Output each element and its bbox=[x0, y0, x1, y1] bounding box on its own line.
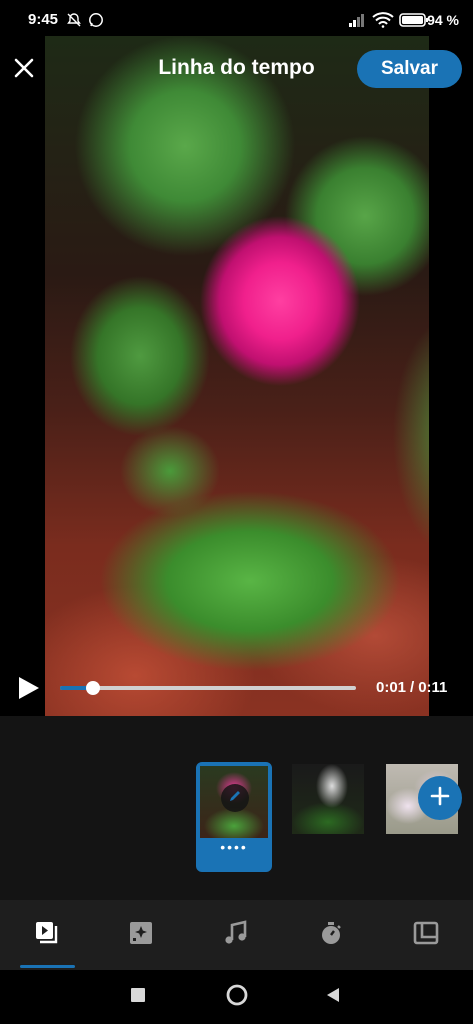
signal-icon bbox=[348, 12, 364, 28]
home-button[interactable] bbox=[224, 984, 250, 1010]
tab-clips[interactable] bbox=[0, 900, 94, 970]
square-icon bbox=[130, 987, 146, 1008]
battery-icon bbox=[399, 12, 429, 28]
recents-button[interactable] bbox=[125, 984, 151, 1010]
tab-layout[interactable] bbox=[379, 900, 473, 970]
more-indicator: •••• bbox=[220, 839, 248, 855]
timeline-clip[interactable] bbox=[292, 764, 364, 834]
time-separator: / bbox=[410, 679, 415, 696]
effects-icon bbox=[128, 920, 154, 951]
play-button[interactable] bbox=[14, 674, 42, 702]
layout-icon bbox=[413, 920, 439, 951]
time-readout: 0:01/0:11 bbox=[376, 679, 447, 696]
circle-icon bbox=[225, 983, 249, 1012]
add-clip-button[interactable] bbox=[418, 776, 462, 820]
progress-thumb[interactable] bbox=[85, 681, 100, 695]
save-button[interactable]: Salvar bbox=[357, 50, 462, 88]
system-navigation bbox=[0, 970, 473, 1024]
triangle-back-icon bbox=[324, 986, 342, 1009]
music-icon bbox=[223, 919, 249, 951]
play-icon bbox=[14, 677, 42, 706]
battery-percent: 94 % bbox=[427, 12, 459, 28]
whatsapp-icon bbox=[88, 12, 104, 28]
pencil-icon bbox=[228, 789, 242, 808]
close-icon bbox=[10, 58, 38, 86]
plus-icon bbox=[429, 785, 451, 812]
edit-clip-button[interactable] bbox=[221, 784, 249, 812]
status-time: 9:45 bbox=[28, 11, 59, 28]
tab-timer[interactable] bbox=[284, 900, 378, 970]
video-preview[interactable] bbox=[45, 36, 429, 716]
timer-icon bbox=[318, 920, 344, 951]
tab-effects[interactable] bbox=[94, 900, 188, 970]
progress-slider[interactable] bbox=[60, 681, 356, 695]
timeline: •••• bbox=[0, 716, 473, 900]
header: Linha do tempo Salvar bbox=[0, 40, 473, 100]
notifications-muted-icon bbox=[66, 12, 82, 28]
close-button[interactable] bbox=[10, 54, 38, 82]
wifi-icon bbox=[372, 12, 394, 28]
total-time: 0:11 bbox=[418, 679, 448, 696]
tab-active-indicator bbox=[20, 965, 75, 968]
tab-music[interactable] bbox=[189, 900, 283, 970]
clips-icon bbox=[34, 920, 60, 951]
back-button[interactable] bbox=[320, 984, 346, 1010]
current-time: 0:01 bbox=[376, 679, 407, 696]
timeline-clip-selected[interactable]: •••• bbox=[196, 762, 272, 872]
status-bar: 9:45 94 % bbox=[0, 0, 473, 40]
tab-bar bbox=[0, 900, 473, 970]
